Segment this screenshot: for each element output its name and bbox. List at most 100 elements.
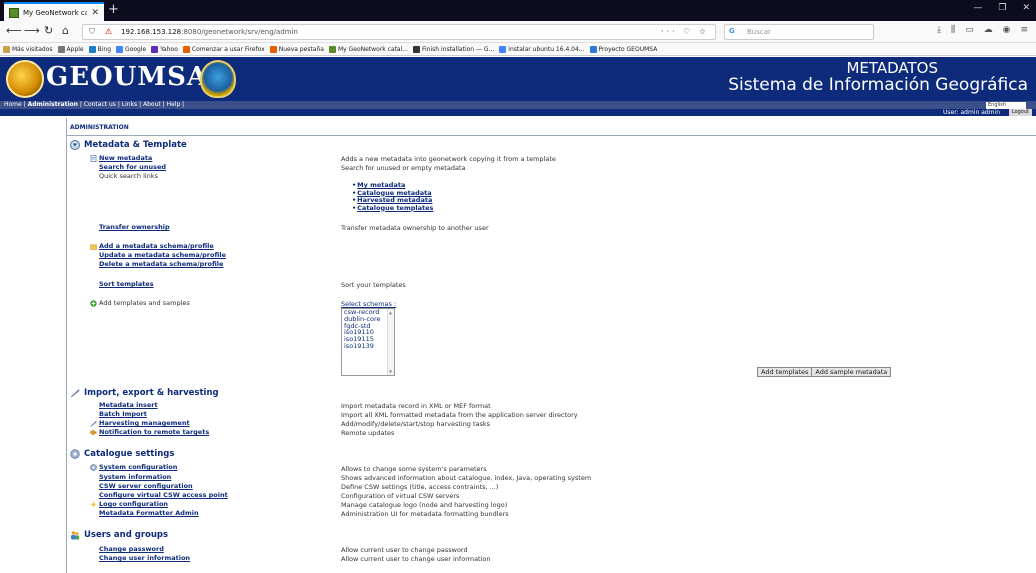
bookmark-item[interactable]: Apple <box>57 45 84 53</box>
search-unused-item[interactable]: Search for unused <box>99 163 166 171</box>
back-button[interactable]: ⟵ <box>6 24 22 37</box>
menu-icon[interactable]: ≡ <box>1020 25 1028 35</box>
transfer-ownership-link[interactable]: Transfer ownership <box>99 223 170 231</box>
transfer-ownership-item[interactable]: Transfer ownership <box>99 223 170 231</box>
bookmark-item[interactable]: Comenzar a usar Firefox <box>182 45 265 53</box>
url-bar[interactable]: ⛉ ⚠ 192.168.153.128:8080/geonetwork/srv/… <box>82 24 716 40</box>
restore-icon[interactable]: ❐ <box>998 3 1006 13</box>
system-config-link[interactable]: System configuration <box>99 463 177 471</box>
schema-multiselect[interactable]: csw-record dublin-core fgdc-std iso19110… <box>341 308 395 376</box>
change-password-item[interactable]: Change password <box>99 545 164 553</box>
add-sample-metadata-button[interactable]: Add sample metadata <box>811 367 892 377</box>
search-unused-link[interactable]: Search for unused <box>99 163 166 171</box>
bookmark-label: Más visitados <box>12 45 53 53</box>
folder-add-icon <box>90 243 97 250</box>
collapse-arrow-icon[interactable] <box>70 140 80 150</box>
formatter-item[interactable]: Metadata Formatter Admin <box>99 509 199 517</box>
change-info-item[interactable]: Change user information <box>99 554 190 562</box>
home-icon[interactable]: ⌂ <box>62 24 69 37</box>
account-icon[interactable]: ◉ <box>1003 25 1011 35</box>
minimize-icon[interactable]: — <box>973 3 982 13</box>
reload-button[interactable]: ↻ <box>44 24 53 37</box>
metadata-insert-item[interactable]: Metadata insert <box>99 401 158 409</box>
nav-other-links[interactable]: | Contact us | Links | About | Help | <box>80 101 184 108</box>
bookmark-item[interactable]: Google <box>116 45 146 53</box>
browser-tab[interactable]: My GeoNetwork catalogue ✕ <box>4 2 104 21</box>
search-input[interactable]: G Buscar <box>724 24 874 40</box>
virtual-csw-link[interactable]: Configure virtual CSW access point <box>99 491 228 499</box>
nav-administration-link[interactable]: Administration <box>28 101 78 108</box>
quick-search-text: Quick search links <box>99 172 158 180</box>
left-divider <box>66 118 67 573</box>
batch-import-link[interactable]: Batch Import <box>99 410 147 418</box>
library-icon[interactable]: ⫼ <box>951 25 955 35</box>
forward-button[interactable]: ⟶ <box>24 24 40 37</box>
top-nav-links: Home | Administration | Contact us | Lin… <box>4 101 185 108</box>
new-tab-button[interactable]: + <box>108 2 119 18</box>
update-schema-link[interactable]: Update a metadata schema/profile <box>99 251 226 259</box>
bookmark-item[interactable]: instalar ubuntu 16.4.04... <box>499 45 585 53</box>
download-icon[interactable]: ⤓ <box>937 25 941 35</box>
metadata-insert-link[interactable]: Metadata insert <box>99 401 158 409</box>
delete-schema-link[interactable]: Delete a metadata schema/profile <box>99 260 223 268</box>
sort-templates-desc: Sort your templates <box>341 281 406 289</box>
harvesting-item[interactable]: Harvesting management <box>90 419 190 427</box>
page-actions-icons[interactable]: ··· ♡ ☆ <box>661 27 709 36</box>
template-buttons: Add templates Add sample metadata <box>757 367 892 377</box>
add-templates-button[interactable]: Add templates <box>757 367 813 377</box>
logo-config-item[interactable]: Logo configuration <box>90 500 168 508</box>
new-metadata-item[interactable]: New metadata <box>90 154 152 162</box>
bookmark-item[interactable]: Más visitados <box>3 45 53 53</box>
notification-link[interactable]: Notification to remote targets <box>99 428 209 436</box>
bookmark-item[interactable]: My GeoNetwork catal... <box>328 45 408 53</box>
bookmark-item[interactable]: Nueva pestaña <box>269 45 324 53</box>
quick-search-links: My metadata Catalogue metadata Harvested… <box>352 181 433 213</box>
close-window-icon[interactable]: ✕ <box>1022 3 1030 13</box>
virtual-csw-item[interactable]: Configure virtual CSW access point <box>99 491 228 499</box>
nav-home-link[interactable]: Home <box>4 101 22 108</box>
formatter-link[interactable]: Metadata Formatter Admin <box>99 509 199 517</box>
csw-config-item[interactable]: CSW server configuration <box>99 482 193 490</box>
csw-config-link[interactable]: CSW server configuration <box>99 482 193 490</box>
sort-templates-link[interactable]: Sort templates <box>99 280 154 288</box>
harvesting-link[interactable]: Harvesting management <box>99 419 190 427</box>
bookmarks-bar: Más visitados Apple Bing Google Yahoo Comenza… <box>0 43 1036 56</box>
section-metadata-template: Metadata & Template <box>70 140 187 150</box>
notification-item[interactable]: Notification to remote targets <box>90 428 209 436</box>
geonetwork-favicon-icon <box>9 7 19 18</box>
sort-templates-item[interactable]: Sort templates <box>99 280 154 288</box>
close-tab-icon[interactable]: ✕ <box>91 8 99 18</box>
quick-link-catalogue-templates[interactable]: Catalogue templates <box>352 204 433 213</box>
update-schema-item[interactable]: Update a metadata schema/profile <box>99 251 226 259</box>
schema-list-scrollbar[interactable] <box>387 309 394 375</box>
sidebar-icon[interactable]: ▭ <box>965 25 974 35</box>
formatter-desc: Administration UI for metadata formattin… <box>341 510 509 518</box>
bookmark-item[interactable]: Proyecto GEOUMSA <box>589 45 657 53</box>
language-select[interactable]: English <box>986 102 1026 109</box>
new-metadata-link[interactable]: New metadata <box>99 154 152 162</box>
tab-title: My GeoNetwork catalogue <box>23 8 88 17</box>
cloud-icon[interactable]: ☁ <box>984 25 993 35</box>
change-info-link[interactable]: Change user information <box>99 554 190 562</box>
logo-config-desc: Manage catalogue logo (node and harvesti… <box>341 501 508 509</box>
select-schemas-label: Select schemas : <box>341 300 397 308</box>
system-info-link[interactable]: System information <box>99 473 171 481</box>
bookmark-item[interactable]: Bing <box>88 45 111 53</box>
batch-import-item[interactable]: Batch Import <box>99 410 147 418</box>
bookmark-item[interactable]: Finish installation — G... <box>412 45 494 53</box>
url-text: 192.168.153.128:8080/geonetwork/srv/eng/… <box>121 28 298 36</box>
delete-schema-item[interactable]: Delete a metadata schema/profile <box>99 260 223 268</box>
bookmark-item[interactable]: Yahoo <box>151 45 178 53</box>
logo-config-link[interactable]: Logo configuration <box>99 500 168 508</box>
browser-tab-strip: My GeoNetwork catalogue ✕ + — ❐ ✕ <box>0 0 1036 21</box>
bookmark-favicon-icon <box>269 45 277 53</box>
bookmark-favicon-icon <box>151 45 159 53</box>
system-config-item[interactable]: System configuration <box>90 463 177 471</box>
bookmark-favicon-icon <box>412 45 420 53</box>
logout-button[interactable]: Logout <box>1008 109 1032 116</box>
change-password-link[interactable]: Change password <box>99 545 164 553</box>
add-schema-item[interactable]: Add a metadata schema/profile <box>90 242 214 250</box>
system-info-item[interactable]: System information <box>99 473 171 481</box>
bookmark-label: Apple <box>66 45 84 53</box>
add-schema-link[interactable]: Add a metadata schema/profile <box>99 242 214 250</box>
